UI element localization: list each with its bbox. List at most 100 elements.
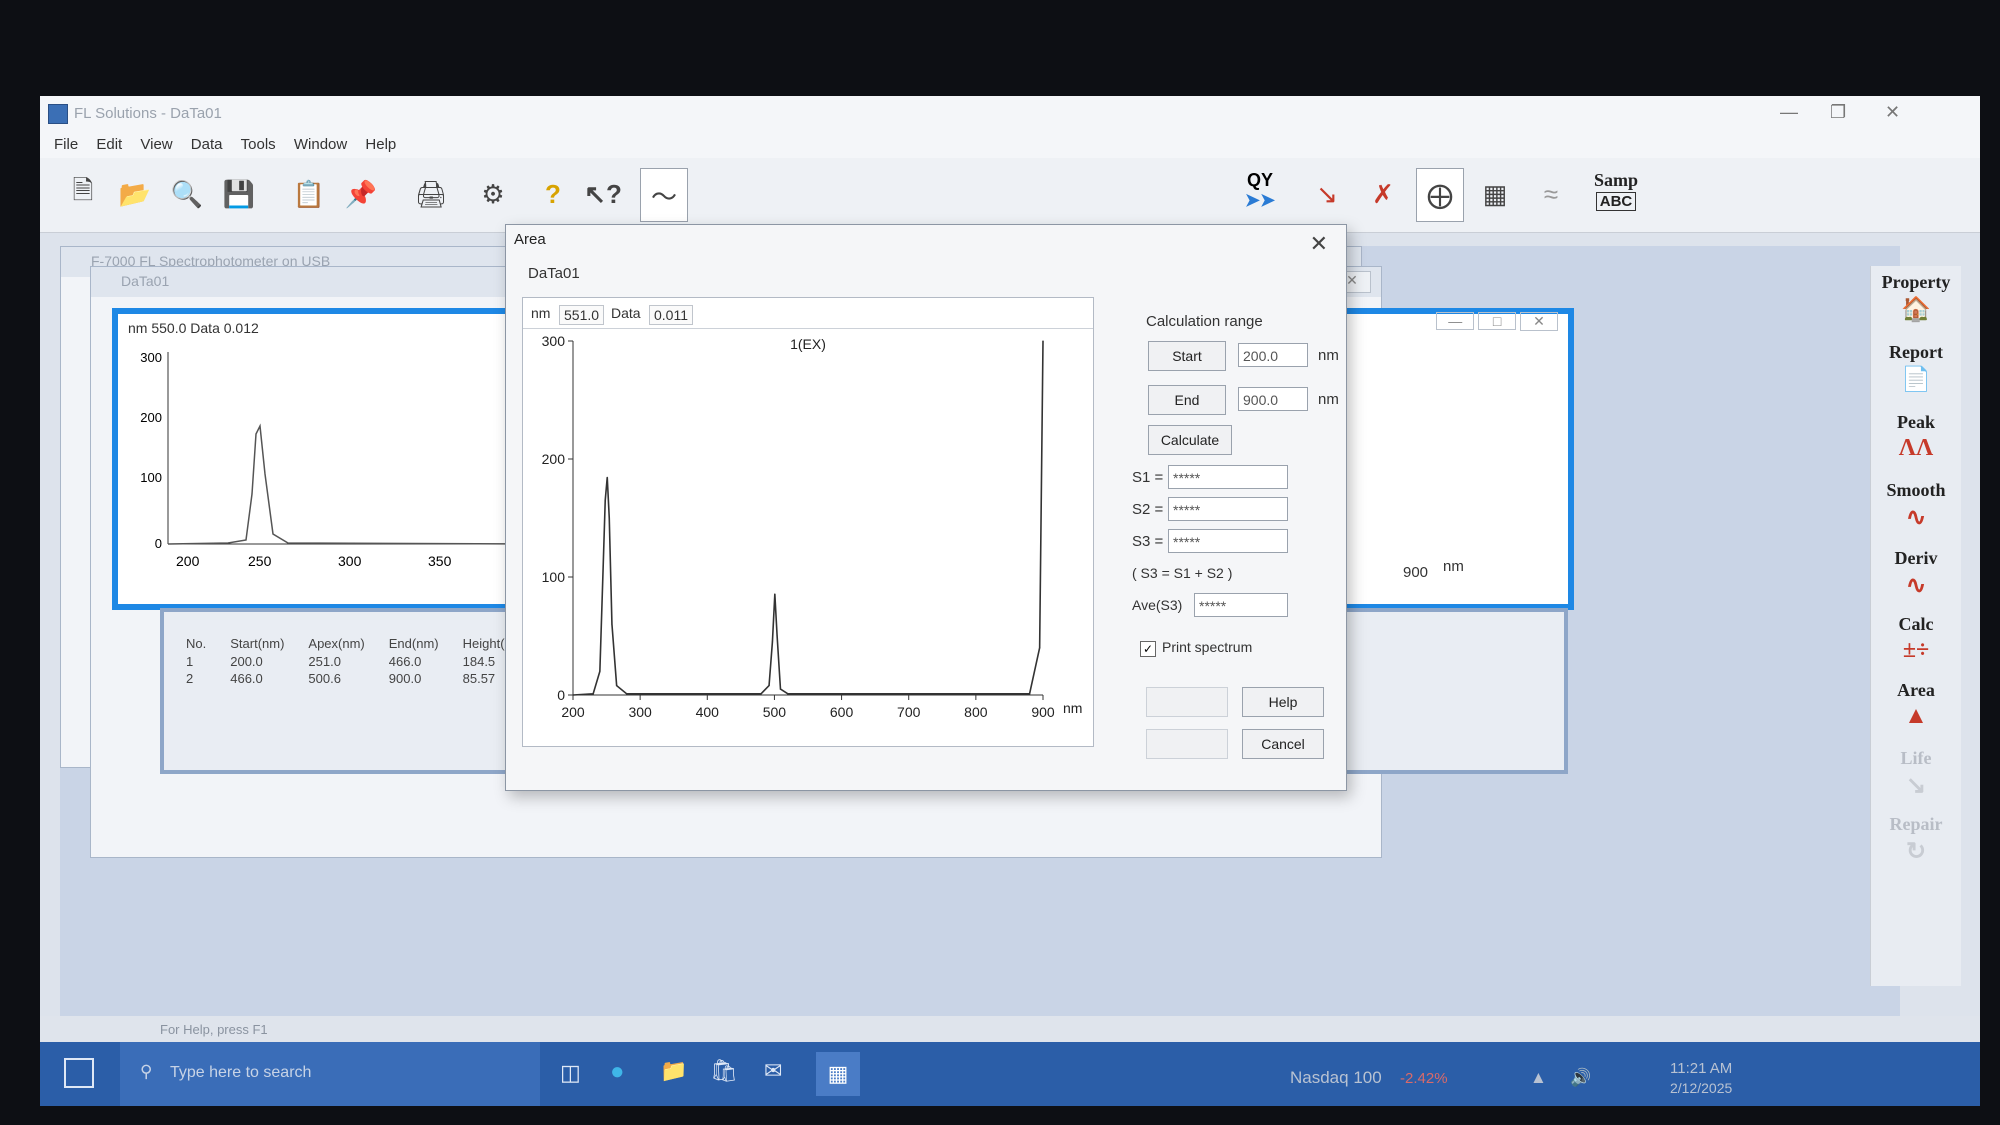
- status-text: For Help, press F1: [160, 1022, 268, 1037]
- app-title: FL Solutions - DaTa01: [74, 105, 222, 122]
- end-button[interactable]: End: [1148, 385, 1226, 415]
- sidebar-deriv-button[interactable]: Deriv ∿: [1875, 548, 1957, 612]
- clock-time: 11:21 AM: [1670, 1060, 1733, 1077]
- copy-icon[interactable]: 📋: [286, 168, 332, 220]
- menu-view[interactable]: View: [140, 136, 172, 153]
- sidebar-area-button[interactable]: Area ▲: [1875, 680, 1957, 744]
- sample-abc-button[interactable]: Samp ABC: [1588, 170, 1644, 212]
- spectrum-window-controls: — □ ✕: [1436, 312, 1558, 331]
- sidebar-property-button[interactable]: Property 🏠: [1875, 272, 1957, 336]
- print-spectrum-checkbox[interactable]: ✓: [1140, 641, 1156, 657]
- task-view-icon[interactable]: ◫: [560, 1060, 581, 1086]
- sidebar-label: Report: [1889, 342, 1943, 362]
- bg-x-tick: 300: [338, 553, 362, 569]
- taskbar-search-box[interactable]: ⚲ Type here to search: [120, 1042, 540, 1106]
- restore-icon[interactable]: ❐: [1830, 102, 1846, 123]
- help-icon[interactable]: ?: [530, 168, 576, 220]
- sidebar-smooth-button[interactable]: Smooth ∿: [1875, 480, 1957, 544]
- data-point: [1042, 340, 1044, 342]
- area-spectrum-plot: nm 551.0 Data 0.011 200 300 400 500 600 700 80…: [522, 297, 1094, 747]
- paste-icon[interactable]: 📌: [338, 168, 384, 220]
- table-row[interactable]: 1 200.0 251.0 466.0 184.5: [174, 653, 548, 670]
- s2-field: *****: [1168, 497, 1288, 521]
- peak-table: No. Start(nm) Apex(nm) End(nm) Height(Da…: [174, 634, 548, 687]
- menu-file[interactable]: File: [54, 136, 78, 153]
- sidebar-repair-button[interactable]: Repair ↻: [1875, 814, 1957, 878]
- menu-edit[interactable]: Edit: [96, 136, 122, 153]
- print-preview-icon[interactable]: 🔍: [164, 168, 210, 220]
- table-row[interactable]: 2 466.0 500.6 900.0 85.57: [174, 670, 548, 687]
- spectrum-view-icon[interactable]: 〜: [640, 168, 688, 222]
- print-spectrum-label: Print spectrum: [1162, 639, 1253, 655]
- toolbar: 🗎 📂 🔍 💾 📋 📌 🖨 ⚙ ? ↖? 〜 QY ➤➤ ↘ ✗ ⨁ ▦ ≈ S…: [40, 158, 1980, 233]
- zoom-cursor-icon[interactable]: ✗: [1360, 168, 1406, 220]
- menu-help[interactable]: Help: [365, 136, 396, 153]
- dialog-close-icon[interactable]: ✕: [1310, 231, 1328, 257]
- calculate-button[interactable]: Calculate: [1148, 425, 1232, 455]
- windows-start-icon[interactable]: [64, 1058, 94, 1088]
- mail-icon[interactable]: ✉: [764, 1058, 782, 1084]
- file-explorer-icon[interactable]: 📁: [660, 1058, 687, 1084]
- sidebar-label: Peak: [1897, 412, 1935, 432]
- peak-cell: 251.0: [308, 654, 341, 669]
- volume-icon[interactable]: 🔊: [1570, 1068, 1591, 1088]
- sidebar-life-button[interactable]: Life ↘: [1875, 748, 1957, 812]
- x-tick-label: 800: [964, 704, 988, 720]
- peak-cell: 200.0: [230, 654, 263, 669]
- print-button-disabled[interactable]: [1146, 729, 1228, 759]
- readout-nm-label: nm: [531, 305, 551, 321]
- context-help-icon[interactable]: ↖?: [580, 168, 626, 220]
- close-icon[interactable]: ✕: [1885, 102, 1900, 123]
- bg-x-tick: 200: [176, 553, 200, 569]
- spectrum-close[interactable]: ✕: [1520, 312, 1558, 331]
- open-folder-icon[interactable]: 📂: [112, 168, 158, 220]
- system-tray: Nasdaq 100 -2.42% ▲ 🔊 11:21 AM 2/12/2025: [1230, 1060, 1930, 1100]
- data-point: [779, 688, 782, 690]
- spectrum-restore[interactable]: □: [1478, 312, 1517, 330]
- data-point: [787, 693, 789, 695]
- menu-window[interactable]: Window: [294, 136, 347, 153]
- save-icon[interactable]: 💾: [216, 168, 262, 220]
- x-tick-label: 700: [897, 704, 921, 720]
- cursor-readout: nm 551.0 Data 0.011: [523, 298, 1093, 329]
- ave-label: Ave(S3): [1132, 597, 1183, 613]
- peak-cell: 466.0: [230, 671, 263, 686]
- help-button[interactable]: Help: [1242, 687, 1324, 717]
- sidebar-calc-button[interactable]: Calc ±÷: [1875, 614, 1957, 678]
- s1-label: S1 =: [1132, 469, 1164, 486]
- ticker-label: Nasdaq 100: [1290, 1068, 1382, 1087]
- data-point: [768, 684, 770, 687]
- sidebar-label: Property: [1881, 272, 1951, 292]
- fl-solutions-task-icon[interactable]: ▦: [816, 1052, 860, 1096]
- new-file-icon[interactable]: 🗎: [60, 168, 106, 220]
- sidebar-report-button[interactable]: Report 📄: [1875, 342, 1957, 406]
- start-button[interactable]: Start: [1148, 341, 1226, 371]
- overlay-icon[interactable]: ≈: [1528, 168, 1574, 220]
- readout-data-value: 0.011: [649, 305, 693, 325]
- spectrum-minimize[interactable]: —: [1436, 312, 1475, 330]
- sidebar-peak-button[interactable]: Peak ΛΛ: [1875, 412, 1957, 476]
- ok-button-disabled[interactable]: [1146, 687, 1228, 717]
- x-tick-label: 500: [763, 704, 787, 720]
- cancel-button[interactable]: Cancel: [1242, 729, 1324, 759]
- qy-button[interactable]: QY ➤➤: [1230, 170, 1290, 210]
- menu-data[interactable]: Data: [191, 136, 223, 153]
- data-point: [776, 635, 778, 637]
- bg-x-tick: 350: [428, 553, 452, 569]
- grid-icon[interactable]: ▦: [1472, 168, 1518, 220]
- start-field[interactable]: 200.0: [1238, 343, 1308, 367]
- print-icon[interactable]: 🖨: [408, 168, 454, 220]
- tools-sidebar: Property 🏠 Report 📄 Peak ΛΛ Smooth ∿ Deriv ∿ …: [1870, 266, 1961, 986]
- settings-icon[interactable]: ⚙: [470, 168, 516, 220]
- end-field[interactable]: 900.0: [1238, 387, 1308, 411]
- trace-cursor-icon[interactable]: ⨁: [1416, 168, 1464, 222]
- edge-browser-icon[interactable]: ●: [610, 1058, 625, 1086]
- store-icon[interactable]: 🛍: [710, 1058, 738, 1084]
- minimize-icon[interactable]: —: [1780, 102, 1798, 123]
- smooth-icon: ∿: [1905, 505, 1927, 531]
- network-icon[interactable]: ▲: [1530, 1068, 1547, 1088]
- bg-right-x-unit: nm: [1443, 558, 1464, 575]
- zoom-area-icon[interactable]: ↘: [1304, 168, 1350, 220]
- menu-tools[interactable]: Tools: [241, 136, 276, 153]
- x-tick-label: 900: [1031, 704, 1055, 720]
